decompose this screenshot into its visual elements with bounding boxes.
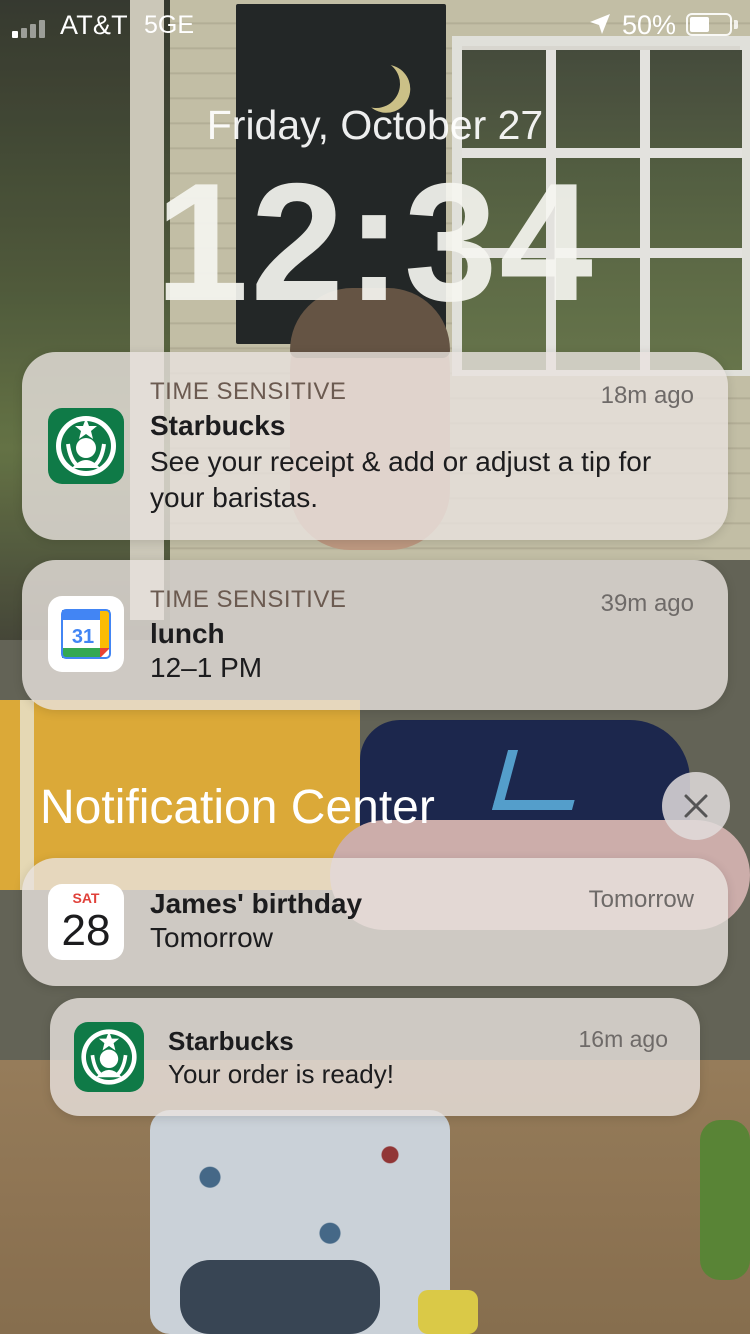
notification-starbucks-order[interactable]: 16m ago Starbucks Your order is ready! bbox=[50, 998, 700, 1116]
lock-screen-date: Friday, October 27 bbox=[206, 102, 544, 148]
notification-time: 16m ago bbox=[578, 1026, 668, 1052]
notification-title: lunch bbox=[150, 618, 225, 649]
battery-percentage: 50% bbox=[622, 10, 677, 40]
notification-body: See your receipt & add or adjust a tip f… bbox=[150, 446, 652, 513]
notification-time: 39m ago bbox=[600, 590, 694, 617]
carrier-name: AT&T bbox=[60, 10, 128, 40]
google-calendar-icon: 31 bbox=[48, 596, 124, 672]
notification-body: Your order is ready! bbox=[168, 1059, 394, 1089]
calendar-icon-day: SAT bbox=[72, 890, 100, 906]
notification-starbucks-receipt[interactable]: TIME SENSITIVE 18m ago Starbucks See you… bbox=[22, 352, 728, 540]
notification-title: James' birthday bbox=[150, 888, 363, 919]
notification-title: Starbucks bbox=[168, 1026, 294, 1056]
battery-cap bbox=[734, 20, 738, 29]
notification-time: 18m ago bbox=[600, 382, 694, 409]
calendar-icon: SAT 28 bbox=[48, 884, 124, 960]
cellular-signal-icon bbox=[12, 18, 52, 38]
notification-center-title: Notification Center bbox=[40, 781, 435, 834]
notification-time: Tomorrow bbox=[588, 886, 694, 913]
notification-title: Starbucks bbox=[150, 410, 286, 441]
notification-calendar-lunch[interactable]: 31 TIME SENSITIVE 39m ago lunch 12–1 PM bbox=[22, 560, 728, 710]
notification-body: 12–1 PM bbox=[150, 652, 263, 683]
battery-icon bbox=[686, 13, 732, 36]
clear-notifications-button[interactable] bbox=[662, 772, 730, 840]
time-sensitive-label: TIME SENSITIVE bbox=[150, 586, 347, 613]
starbucks-icon bbox=[74, 1022, 144, 1092]
status-bar: AT&T 5GE 50% bbox=[0, 0, 750, 48]
time-sensitive-label: TIME SENSITIVE bbox=[150, 378, 347, 405]
calendar-icon-date: 28 bbox=[61, 906, 111, 955]
starbucks-icon bbox=[48, 408, 124, 484]
notification-body: Tomorrow bbox=[150, 922, 273, 953]
notification-calendar-birthday[interactable]: SAT 28 Tomorrow James' birthday Tomorrow bbox=[22, 858, 728, 986]
network-type: 5GE bbox=[144, 11, 195, 39]
location-arrow-icon bbox=[590, 14, 610, 34]
lock-screen-time: 12:34 bbox=[155, 148, 595, 336]
close-icon bbox=[684, 794, 708, 818]
google-calendar-icon-date: 31 bbox=[72, 626, 94, 648]
